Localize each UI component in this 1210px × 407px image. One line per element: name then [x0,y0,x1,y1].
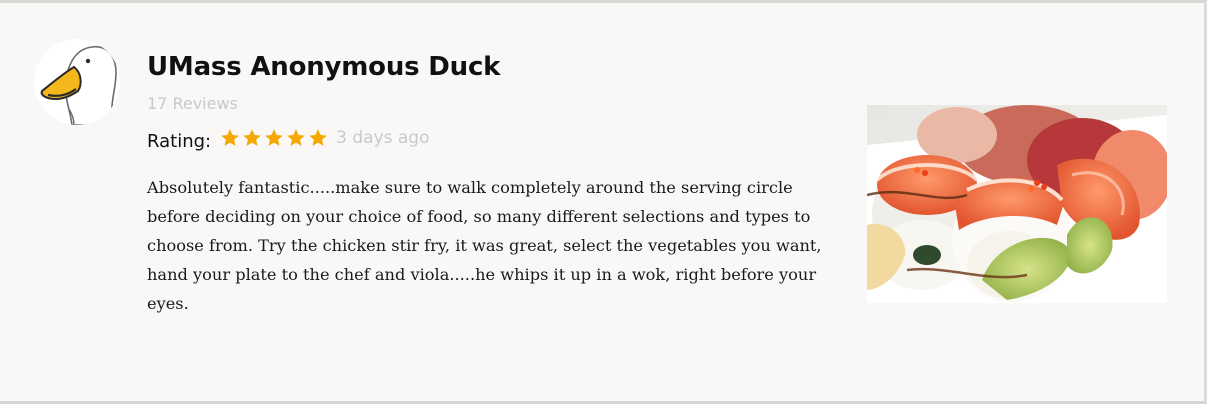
rating-label: Rating: [147,130,212,152]
reviewer-name[interactable]: UMass Anonymous Duck [147,52,500,82]
review-date: 3 days ago [336,128,430,148]
star-rating [220,128,330,148]
star-icon [265,129,283,146]
review-body: Absolutely fantastic.....make sure to wa… [147,178,822,313]
review-photo[interactable] [867,105,1167,303]
review-count: 17 Reviews [147,94,238,113]
reviewer-avatar[interactable] [34,39,120,125]
star-icon [309,129,327,146]
star-icon [243,129,261,146]
rating-row: Rating: 3 days ago [147,124,429,152]
review-card: UMass Anonymous Duck 17 Reviews Rating: … [0,0,1207,404]
star-icon [221,129,239,146]
sushi-roll-photo [867,105,1167,303]
duck-avatar-icon [40,46,117,125]
star-icon [287,129,305,146]
